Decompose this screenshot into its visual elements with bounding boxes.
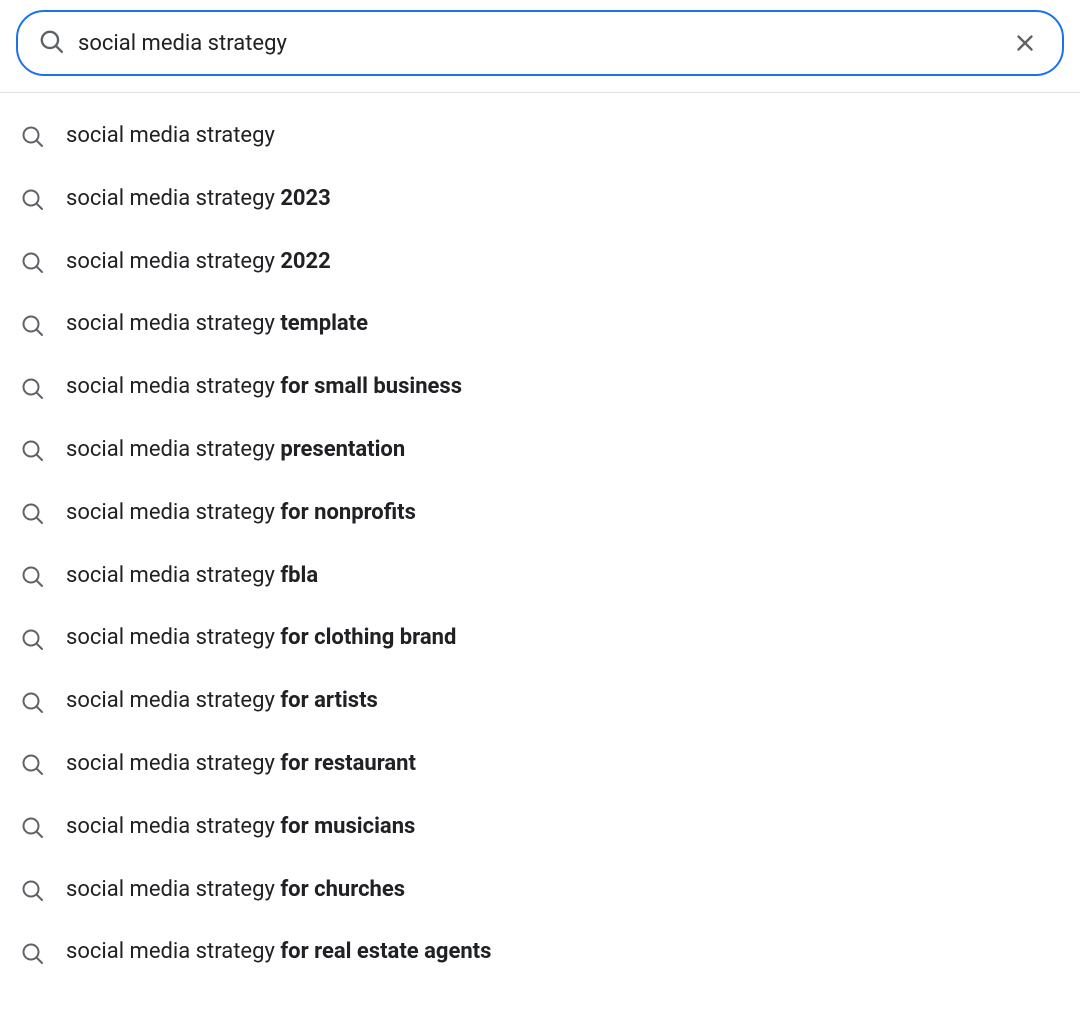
suggestion-search-icon bbox=[20, 564, 44, 588]
suggestion-text: social media strategy bbox=[66, 121, 275, 152]
suggestion-text: social media strategy 2023 bbox=[66, 184, 331, 215]
suggestion-item[interactable]: social media strategy for nonprofits bbox=[0, 482, 1080, 545]
suggestion-search-icon bbox=[20, 941, 44, 965]
clear-button[interactable] bbox=[1008, 26, 1042, 60]
suggestion-item[interactable]: social media strategy for churches bbox=[0, 859, 1080, 922]
suggestion-item[interactable]: social media strategy for artists bbox=[0, 670, 1080, 733]
search-input[interactable] bbox=[78, 31, 1008, 56]
suggestion-search-icon bbox=[20, 690, 44, 714]
suggestion-text: social media strategy fbla bbox=[66, 561, 318, 592]
suggestion-item[interactable]: social media strategy for small business bbox=[0, 356, 1080, 419]
suggestion-search-icon bbox=[20, 187, 44, 211]
suggestion-search-icon bbox=[20, 250, 44, 274]
suggestion-item[interactable]: social media strategy for musicians bbox=[0, 796, 1080, 859]
suggestion-search-icon bbox=[20, 815, 44, 839]
suggestion-search-icon bbox=[20, 438, 44, 462]
suggestion-search-icon bbox=[20, 376, 44, 400]
suggestion-text: social media strategy for restaurant bbox=[66, 749, 416, 780]
suggestion-search-icon bbox=[20, 627, 44, 651]
suggestion-item[interactable]: social media strategy for clothing brand bbox=[0, 607, 1080, 670]
suggestion-text: social media strategy for nonprofits bbox=[66, 498, 416, 529]
suggestion-item[interactable]: social media strategy template bbox=[0, 293, 1080, 356]
suggestion-text: social media strategy for small business bbox=[66, 372, 462, 403]
suggestion-text: social media strategy for clothing brand bbox=[66, 623, 456, 654]
suggestion-text: social media strategy for musicians bbox=[66, 812, 415, 843]
suggestion-item[interactable]: social media strategy presentation bbox=[0, 419, 1080, 482]
suggestion-search-icon bbox=[20, 501, 44, 525]
suggestion-search-icon bbox=[20, 752, 44, 776]
search-bar-container bbox=[0, 0, 1080, 86]
suggestion-item[interactable]: social media strategy for restaurant bbox=[0, 733, 1080, 796]
suggestion-item[interactable]: social media strategy 2023 bbox=[0, 168, 1080, 231]
search-icon bbox=[38, 28, 64, 58]
suggestion-text: social media strategy for churches bbox=[66, 875, 405, 906]
suggestion-search-icon bbox=[20, 124, 44, 148]
suggestion-item[interactable]: social media strategy bbox=[0, 105, 1080, 168]
suggestion-text: social media strategy for artists bbox=[66, 686, 378, 717]
suggestion-text: social media strategy 2022 bbox=[66, 247, 331, 278]
suggestion-text: social media strategy for real estate ag… bbox=[66, 937, 491, 968]
suggestions-list: social media strategy social media strat… bbox=[0, 97, 1080, 992]
divider bbox=[0, 92, 1080, 93]
suggestion-item[interactable]: social media strategy fbla bbox=[0, 545, 1080, 608]
suggestion-item[interactable]: social media strategy for real estate ag… bbox=[0, 921, 1080, 984]
suggestion-text: social media strategy presentation bbox=[66, 435, 405, 466]
suggestion-search-icon bbox=[20, 878, 44, 902]
suggestion-text: social media strategy template bbox=[66, 309, 368, 340]
suggestion-search-icon bbox=[20, 313, 44, 337]
suggestion-item[interactable]: social media strategy 2022 bbox=[0, 231, 1080, 294]
search-bar bbox=[16, 10, 1064, 76]
